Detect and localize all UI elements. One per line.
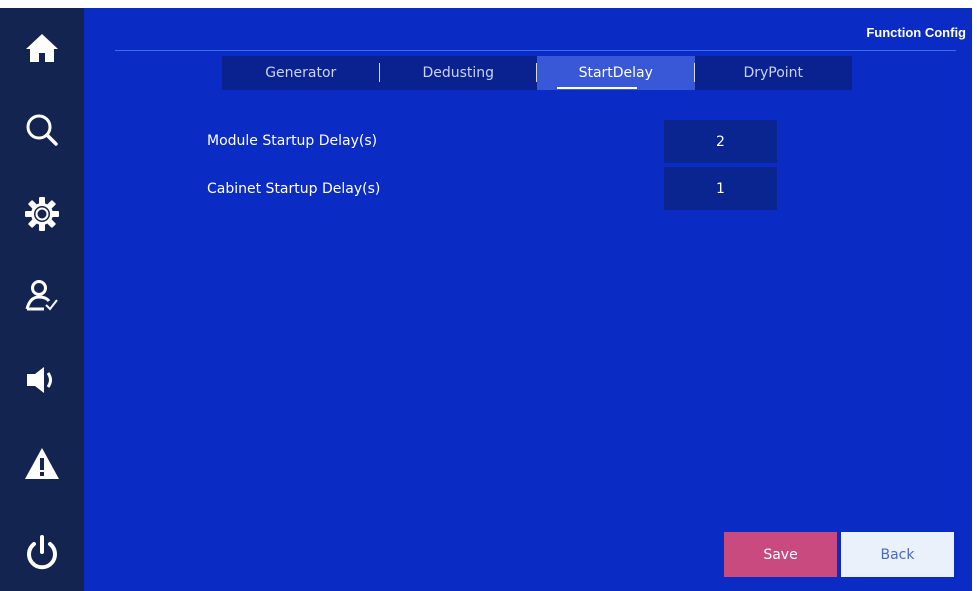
sidebar [0,8,84,591]
power-icon[interactable] [22,534,62,574]
module-startup-delay-input[interactable]: 2 [664,120,777,163]
speaker-icon[interactable] [22,360,62,400]
tab-bar: Generator Dedusting StartDelay DryPoint [222,56,852,90]
main-panel: Function Config Generator Dedusting Star… [84,8,972,591]
title-divider [115,50,956,51]
cabinet-startup-delay-label: Cabinet Startup Delay(s) [207,181,381,197]
tab-dedusting[interactable]: Dedusting [380,56,537,90]
save-button[interactable]: Save [724,532,837,577]
tab-generator[interactable]: Generator [222,56,380,90]
warning-icon[interactable] [22,444,62,484]
tab-label: StartDelay [578,65,653,81]
user-check-icon[interactable] [22,276,62,316]
tab-label: DryPoint [743,65,804,81]
tab-drypoint[interactable]: DryPoint [695,56,853,90]
tab-startdelay[interactable]: StartDelay [537,56,695,90]
page-title: Function Config [866,25,966,40]
app-frame: Function Config Generator Dedusting Star… [0,0,977,591]
search-icon[interactable] [22,110,62,150]
back-button[interactable]: Back [841,532,954,577]
cabinet-startup-delay-input[interactable]: 1 [664,167,777,210]
gear-icon[interactable] [22,194,62,234]
module-startup-delay-label: Module Startup Delay(s) [207,133,378,149]
tab-label: Dedusting [422,65,495,81]
home-icon[interactable] [22,28,62,68]
active-tab-indicator [557,87,637,89]
tab-label: Generator [265,65,337,81]
